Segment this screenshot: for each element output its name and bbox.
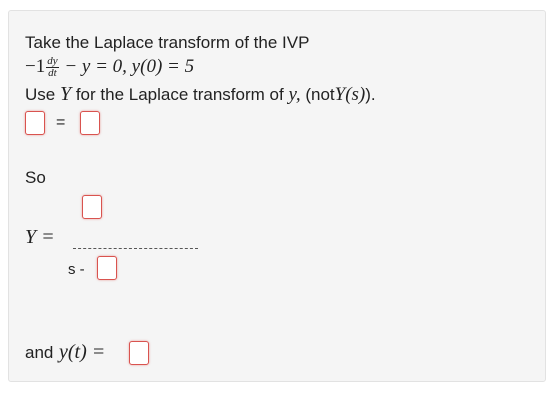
instruction-Ys: Y(s) xyxy=(334,84,366,105)
instruction-prefix: Use xyxy=(25,85,56,104)
transform-rhs-input[interactable] xyxy=(80,111,100,135)
ivp-rest: − y = 0, y(0) = 5 xyxy=(64,56,195,77)
first-equals-sign: = xyxy=(56,114,66,131)
denominator-prefix: s - xyxy=(68,261,85,278)
question-intro: Take the Laplace transform of the IVP xyxy=(25,33,310,52)
numerator-input[interactable] xyxy=(82,195,102,219)
ivp-equation: −1 dy dt − y = 0, y(0) = 5 xyxy=(25,56,194,79)
derivative-fraction: dy dt xyxy=(46,56,59,80)
denominator-input[interactable] xyxy=(97,256,117,280)
final-label: and xyxy=(25,343,54,362)
instruction-var: Y xyxy=(59,83,72,105)
instruction-suffix-close: ). xyxy=(365,85,376,104)
instruction-y: y, xyxy=(288,84,301,105)
instruction-suffix-open: (not xyxy=(305,85,335,104)
Y-equals: Y = xyxy=(25,226,55,248)
transform-lhs-input[interactable] xyxy=(25,111,45,135)
y-of-t-input[interactable] xyxy=(129,341,149,365)
y-of-t-equals: y(t) = xyxy=(59,341,106,363)
fraction-bar xyxy=(73,248,198,249)
question-card: Take the Laplace transform of the IVP −1… xyxy=(8,10,546,382)
derivative-denominator: dt xyxy=(48,67,57,80)
instruction-line: Use Y for the Laplace transform of y, (n… xyxy=(25,84,376,105)
instruction-middle: for the Laplace transform of xyxy=(75,85,284,104)
ivp-coefficient: −1 xyxy=(25,56,46,77)
so-label: So xyxy=(25,168,46,187)
